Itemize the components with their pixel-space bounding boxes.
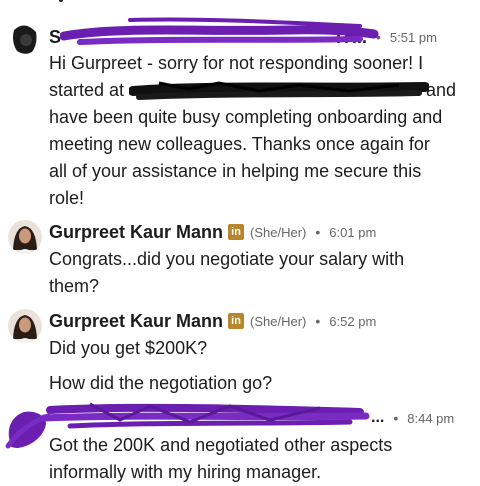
avatar[interactable] <box>8 309 42 343</box>
timestamp: 5:51 pm <box>389 29 437 45</box>
redaction-scribble <box>60 17 379 45</box>
sender-name: Gurpreet Kaur Mann <box>49 310 224 331</box>
message-line: How did the negotiation go? <box>49 373 273 393</box>
message-line: Hi Gurpreet - sorry for not responding s… <box>49 53 424 73</box>
pronouns: (She/Her) <box>250 313 307 329</box>
message-line: Congrats...did you negotiate your salary… <box>49 249 405 269</box>
separator-dot: • <box>393 410 399 426</box>
timestamp: 8:44 pm <box>407 410 455 426</box>
message-line: and <box>426 80 457 100</box>
message-body: Got the 200K and negotiated other aspect… <box>49 432 469 486</box>
avatar[interactable] <box>8 220 42 254</box>
sender-name: Gurpreet Kaur Mann <box>49 221 224 242</box>
redaction-scribble <box>129 81 429 100</box>
message-line: Got the 200K and negotiated other aspect… <box>49 435 393 455</box>
message-line: role! <box>49 188 85 208</box>
message-line: informally with my hiring manager. <box>49 462 322 482</box>
linkedin-premium-icon: in <box>228 224 245 240</box>
pronouns: (She/Her) <box>250 224 307 240</box>
cutoff-mark <box>59 0 63 2</box>
message-body: Hi Gurpreet - sorry for not responding s… <box>49 50 469 212</box>
separator-dot: • <box>315 224 321 240</box>
avatar-image <box>8 220 42 254</box>
message-line: meeting new colleagues. Thanks once agai… <box>49 134 430 154</box>
message-sender[interactable]: Gurpreet Kaur Mann in (She/Her) • 6:01 p… <box>49 218 376 246</box>
separator-dot: • <box>315 313 321 329</box>
message-body: Did you get $200K? How did the negotiati… <box>49 335 469 397</box>
avatar-image <box>8 22 42 56</box>
message-line: them? <box>49 276 100 296</box>
message-sender[interactable]: Gurpreet Kaur Mann in (She/Her) • 6:52 p… <box>49 307 376 335</box>
message-line: Did you get $200K? <box>49 338 208 358</box>
message-body: Congrats...did you negotiate your salary… <box>49 246 469 300</box>
redaction-scribble <box>40 402 370 429</box>
message-line: have been quite busy completing onboardi… <box>49 107 443 127</box>
timestamp: 6:52 pm <box>329 313 377 329</box>
message-line: all of your assistance in helping me sec… <box>49 161 422 181</box>
avatar-image <box>8 309 42 343</box>
linkedin-premium-icon: in <box>228 313 245 329</box>
avatar[interactable] <box>8 22 42 56</box>
timestamp: 6:01 pm <box>329 224 377 240</box>
message-line: started at <box>49 80 125 100</box>
